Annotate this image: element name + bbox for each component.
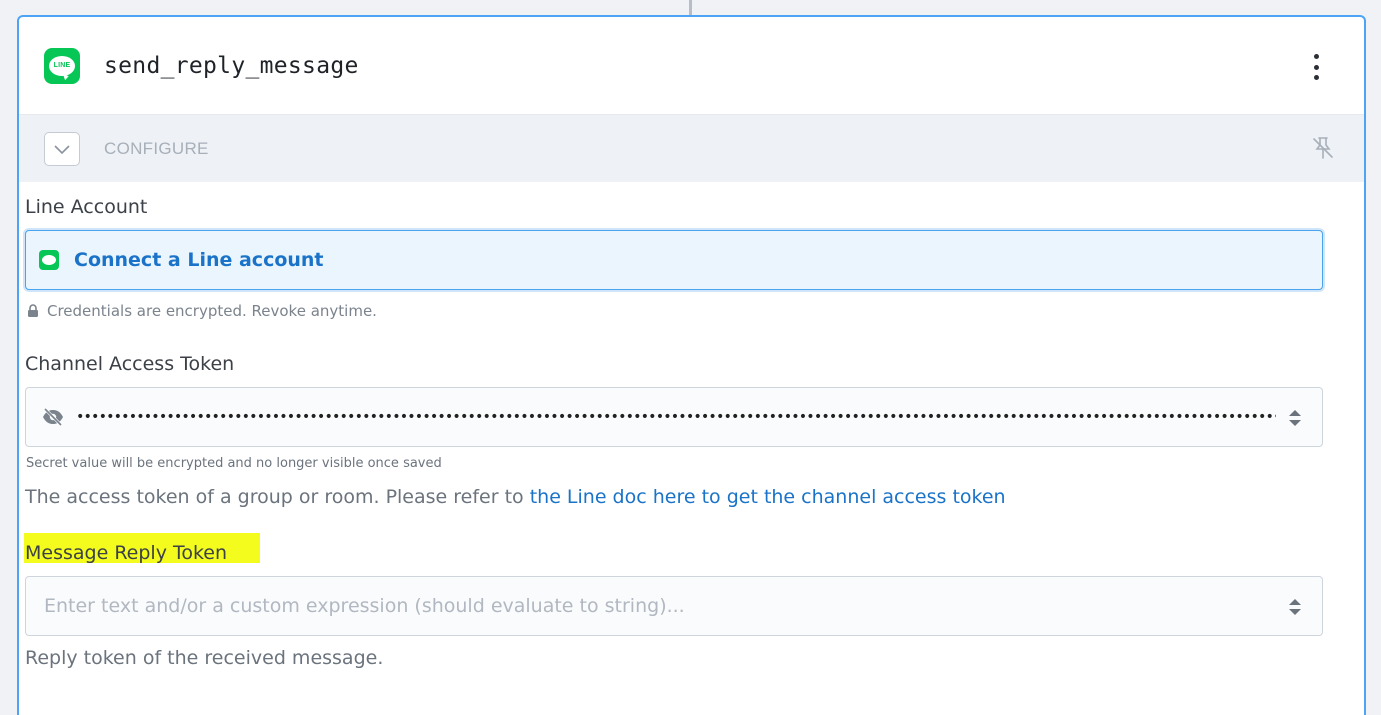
description-text: The access token of a group or room. Ple… <box>25 486 530 508</box>
lock-icon <box>28 304 38 317</box>
credentials-note-text: Credentials are encrypted. Revoke anytim… <box>47 302 377 320</box>
message-reply-token-description: Reply token of the received message. <box>25 647 384 669</box>
configure-label: CONFIGURE <box>104 138 209 158</box>
masked-token-value: ••••••••••••••••••••••••••••••••••••••••… <box>76 409 1276 425</box>
step-name[interactable]: send_reply_message <box>104 53 359 79</box>
line-app-icon: LINE <box>44 47 80 84</box>
unpin-icon[interactable] <box>1310 135 1336 161</box>
channel-access-token-field[interactable]: ••••••••••••••••••••••••••••••••••••••••… <box>25 387 1323 447</box>
connect-line-account-button[interactable]: Connect a Line account <box>25 230 1323 290</box>
eye-off-icon[interactable] <box>42 408 64 426</box>
line-logo-text: LINE <box>53 62 71 69</box>
credentials-note: Credentials are encrypted. Revoke anytim… <box>27 302 377 320</box>
chevron-down-icon <box>54 144 70 154</box>
expression-toggle-icon[interactable] <box>1288 598 1302 616</box>
secret-note: Secret value will be encrypted and no lo… <box>26 456 442 471</box>
kebab-menu-icon[interactable] <box>1312 54 1320 80</box>
configure-section-header[interactable]: CONFIGURE <box>19 115 1364 182</box>
message-reply-token-label: Message Reply Token <box>25 542 228 564</box>
collapse-toggle-button[interactable] <box>44 131 80 166</box>
expression-toggle-icon[interactable] <box>1288 409 1302 427</box>
line-doc-link[interactable]: the Line doc here to get the channel acc… <box>530 486 1006 508</box>
channel-access-token-label: Channel Access Token <box>25 353 235 375</box>
message-reply-token-input[interactable] <box>44 595 1244 617</box>
connect-line-account-label: Connect a Line account <box>74 249 324 271</box>
message-reply-token-field[interactable] <box>25 576 1323 636</box>
step-header: LINE send_reply_message <box>19 17 1364 115</box>
channel-access-token-description: The access token of a group or room. Ple… <box>25 486 1006 508</box>
line-account-label: Line Account <box>25 196 148 218</box>
line-icon <box>39 250 59 270</box>
